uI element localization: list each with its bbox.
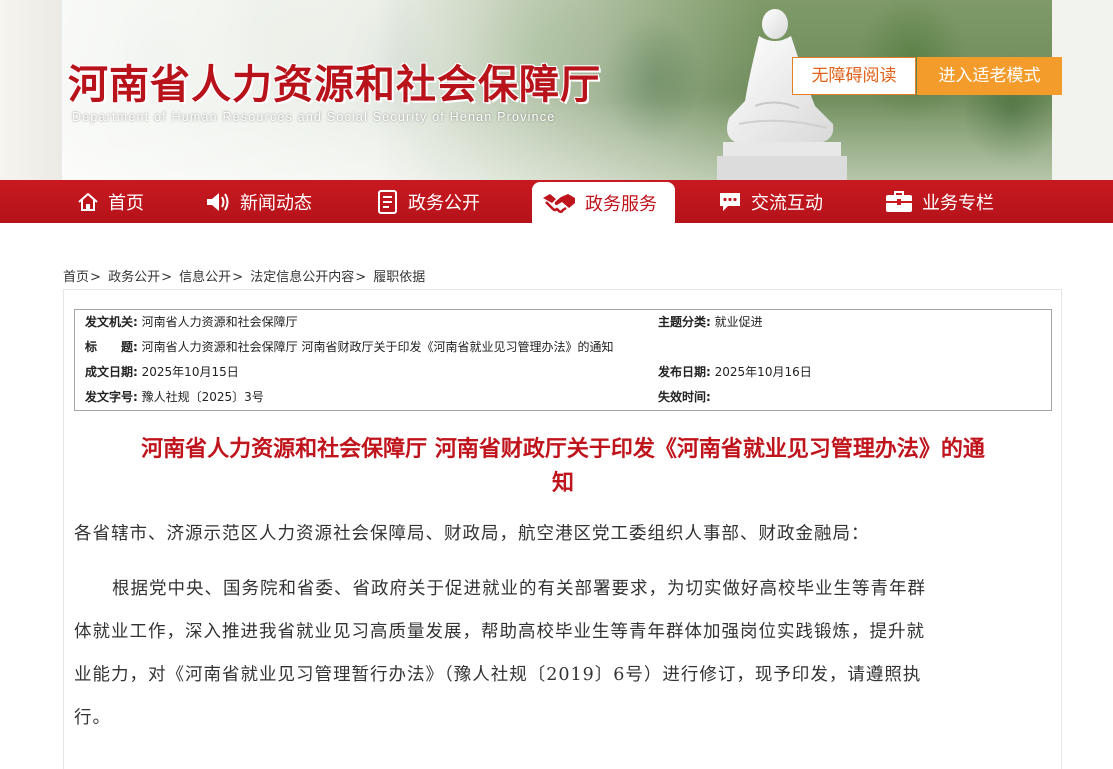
nav-item-interaction[interactable]: 交流互动 xyxy=(718,180,823,223)
meta-label: 标 题: xyxy=(85,340,138,354)
meta-label: 主题分类: xyxy=(658,315,711,329)
breadcrumb-home[interactable]: 首页 xyxy=(63,270,89,285)
elder-mode-button[interactable]: 进入适老模式 xyxy=(917,57,1062,95)
nav-item-label: 新闻动态 xyxy=(240,192,312,214)
breadcrumb: 首页> 政务公开> 信息公开> 法定信息公开内容> 履职依据 xyxy=(63,270,426,285)
header-banner: 河南省人力资源和社会保障厅 Department of Human Resour… xyxy=(0,0,1113,180)
article-line: 根据党中央、国务院和省委、省政府关于促进就业的有关部署要求，为切实做好高校毕业生… xyxy=(112,579,926,599)
meta-topic: 主题分类: 就业促进 xyxy=(658,314,763,330)
article-salutation: 各省辖市、济源示范区人力资源社会保障局、财政局，航空港区党工委组织人事部、财政金… xyxy=(74,524,870,544)
main-nav: 首页 新闻动态 政务公开 政务服务 交流互动 业务专栏 xyxy=(0,180,1113,223)
nav-item-label: 交流互动 xyxy=(751,192,823,214)
article-title-line: 知 xyxy=(551,471,574,496)
document-icon xyxy=(378,189,397,214)
briefcase-icon xyxy=(886,190,912,212)
site-subtitle: Department of Human Resources and Social… xyxy=(72,110,556,124)
document-meta-table: 发文机关: 河南省人力资源和社会保障厅 主题分类: 就业促进 标 题: 河南省人… xyxy=(74,309,1052,411)
meta-value: 2025年10月15日 xyxy=(141,365,239,379)
article-title-line: 河南省人力资源和社会保障厅 河南省财政厅关于印发《河南省就业见习管理办法》的通 xyxy=(141,437,985,462)
meta-date: 成文日期: 2025年10月15日 xyxy=(85,364,239,380)
article-line: 业能力，对《河南省就业见习管理暂行办法》（豫人社规〔2019〕6号）进行修订，现… xyxy=(74,665,922,685)
article-line: 体就业工作，深入推进我省就业见习高质量发展，帮助高校毕业生等青年群体加强岗位实践… xyxy=(74,622,925,642)
chat-icon xyxy=(720,192,740,211)
meta-issuer: 发文机关: 河南省人力资源和社会保障厅 xyxy=(85,314,298,330)
meta-expiry: 失效时间: xyxy=(658,389,711,405)
handshake-icon xyxy=(543,193,575,213)
breadcrumb-gov-affairs[interactable]: 政务公开 xyxy=(108,270,160,285)
site-title: 河南省人力资源和社会保障厅 xyxy=(68,61,601,108)
meta-label: 失效时间: xyxy=(658,390,711,404)
article-paragraph: 根据党中央、国务院和省委、省政府关于促进就业的有关部署要求，为切实做好高校毕业生… xyxy=(74,568,1052,740)
home-icon xyxy=(78,192,98,211)
meta-label: 发文机关: xyxy=(85,315,138,329)
nav-item-label: 政务服务 xyxy=(585,193,657,215)
speaker-icon xyxy=(207,192,229,211)
meta-publish-date: 发布日期: 2025年10月16日 xyxy=(658,364,812,380)
breadcrumb-duty-basis[interactable]: 履职依据 xyxy=(373,270,425,285)
article-line: 行。 xyxy=(74,708,111,728)
meta-label: 发文字号: xyxy=(85,390,138,404)
nav-item-news[interactable]: 新闻动态 xyxy=(205,180,312,223)
meta-value: 2025年10月16日 xyxy=(714,365,812,379)
meta-label: 成文日期: xyxy=(85,365,138,379)
nav-item-home[interactable]: 首页 xyxy=(77,180,144,223)
meta-value: 河南省人力资源和社会保障厅 xyxy=(141,315,298,329)
breadcrumb-statutory-info[interactable]: 法定信息公开内容 xyxy=(250,270,354,285)
meta-value: 河南省人力资源和社会保障厅 河南省财政厅关于印发《河南省就业见习管理办法》的通知 xyxy=(141,340,614,354)
meta-value: 豫人社规〔2025〕3号 xyxy=(141,390,264,404)
nav-item-business-column[interactable]: 业务专栏 xyxy=(885,180,994,223)
nav-item-label: 首页 xyxy=(108,192,144,214)
nav-item-gov-services[interactable]: 政务服务 xyxy=(532,182,675,223)
meta-title: 标 题: 河南省人力资源和社会保障厅 河南省财政厅关于印发《河南省就业见习管理办… xyxy=(85,339,613,355)
nav-item-gov-affairs[interactable]: 政务公开 xyxy=(377,180,480,223)
breadcrumb-info-disclosure[interactable]: 信息公开 xyxy=(179,270,231,285)
meta-value: 就业促进 xyxy=(714,315,763,329)
meta-label: 发布日期: xyxy=(658,365,711,379)
nav-item-label: 业务专栏 xyxy=(922,192,994,214)
accessible-reading-button[interactable]: 无障碍阅读 xyxy=(792,57,916,95)
article-title: 河南省人力资源和社会保障厅 河南省财政厅关于印发《河南省就业见习管理办法》的通 … xyxy=(74,433,1052,501)
nav-item-label: 政务公开 xyxy=(408,192,480,214)
meta-doc-number: 发文字号: 豫人社规〔2025〕3号 xyxy=(85,389,264,405)
